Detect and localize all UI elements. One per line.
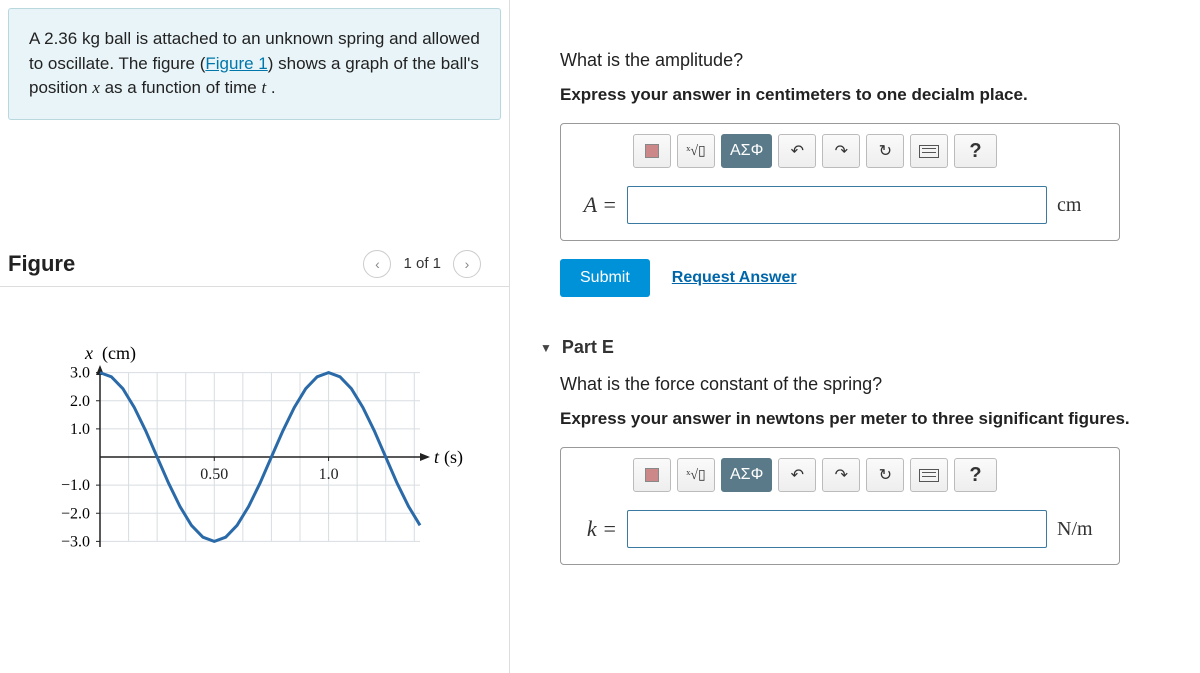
help-button[interactable]: ? [954,134,996,168]
template-button[interactable] [633,134,671,168]
answer-label-e: k = [573,516,617,542]
unit-d: cm [1057,194,1107,217]
right-panel: What is the amplitude? Express your answ… [520,0,1200,565]
left-panel: A 2.36 kg ball is attached to an unknown… [0,0,510,673]
submit-button-d[interactable]: Submit [560,259,650,297]
svg-text:(s): (s) [444,447,463,468]
answer-box-d: ˣ√▯ ΑΣΦ ↶ ↷ ↻ ? A = cm [560,123,1120,241]
problem-statement: A 2.36 kg ball is attached to an unknown… [8,8,501,120]
svg-text:1.0: 1.0 [70,421,90,438]
keyboard-button[interactable] [910,458,948,492]
force-constant-input[interactable] [627,510,1047,548]
request-answer-d[interactable]: Request Answer [672,269,797,287]
instruction-e: Express your answer in newtons per meter… [560,409,1190,429]
svg-text:2.0: 2.0 [70,393,90,410]
problem-text: A [29,29,44,48]
prev-figure-button[interactable]: ‹ [363,250,391,278]
amplitude-input[interactable] [627,186,1047,224]
equation-toolbar-e: ˣ√▯ ΑΣΦ ↶ ↷ ↻ ? [633,458,1107,492]
problem-text: . [266,78,275,97]
part-e-header[interactable]: ▼ Part E [540,337,1190,358]
pager-label: 1 of 1 [397,255,447,272]
keyboard-button[interactable] [910,134,948,168]
figure-link[interactable]: Figure 1 [205,54,267,73]
radical-button[interactable]: ˣ√▯ [677,134,715,168]
problem-text: as a function of time [100,78,262,97]
svg-text:(cm): (cm) [102,343,136,364]
greek-button[interactable]: ΑΣΦ [721,134,772,168]
redo-button[interactable]: ↷ [822,458,860,492]
collapse-icon: ▼ [540,341,552,355]
answer-row-d: A = cm [573,186,1107,224]
template-button[interactable] [633,458,671,492]
answer-box-e: ˣ√▯ ΑΣΦ ↶ ↷ ↻ ? k = N/m [560,447,1120,565]
answer-label-d: A = [573,192,617,218]
instruction-d: Express your answer in centimeters to on… [560,85,1190,105]
svg-text:3.0: 3.0 [70,365,90,382]
mass-unit: kg [82,29,100,48]
position-graph: 3.0 2.0 1.0 −1.0 −2.0 −3.0 0.50 1.0 x (cm) t (s) [30,337,480,577]
svg-text:−1.0: −1.0 [61,477,90,494]
question-e: What is the force constant of the spring… [560,374,1190,395]
var-x: x [92,78,100,97]
figure-title: Figure [8,251,75,277]
figure-header: Figure ‹ 1 of 1 › [0,240,509,287]
redo-button[interactable]: ↷ [822,134,860,168]
next-figure-button[interactable]: › [453,250,481,278]
question-d: What is the amplitude? [560,50,1190,71]
keyboard-icon [919,145,939,158]
undo-button[interactable]: ↶ [778,134,816,168]
svg-text:1.0: 1.0 [319,466,339,483]
svg-text:−2.0: −2.0 [61,505,90,522]
svg-text:x: x [84,343,93,363]
unit-e: N/m [1057,518,1107,541]
figure-pager: ‹ 1 of 1 › [363,250,481,278]
keyboard-icon [919,469,939,482]
radical-button[interactable]: ˣ√▯ [677,458,715,492]
greek-button[interactable]: ΑΣΦ [721,458,772,492]
svg-text:t: t [434,447,440,467]
reset-button[interactable]: ↻ [866,458,904,492]
help-button[interactable]: ? [954,458,996,492]
reset-button[interactable]: ↻ [866,134,904,168]
svg-text:0.50: 0.50 [200,466,228,483]
mass-value: 2.36 [44,29,77,48]
part-e-label: Part E [562,337,614,358]
svg-text:−3.0: −3.0 [61,533,90,550]
submit-row-d: Submit Request Answer [560,259,1190,297]
answer-row-e: k = N/m [573,510,1107,548]
undo-button[interactable]: ↶ [778,458,816,492]
equation-toolbar-d: ˣ√▯ ΑΣΦ ↶ ↷ ↻ ? [633,134,1107,168]
